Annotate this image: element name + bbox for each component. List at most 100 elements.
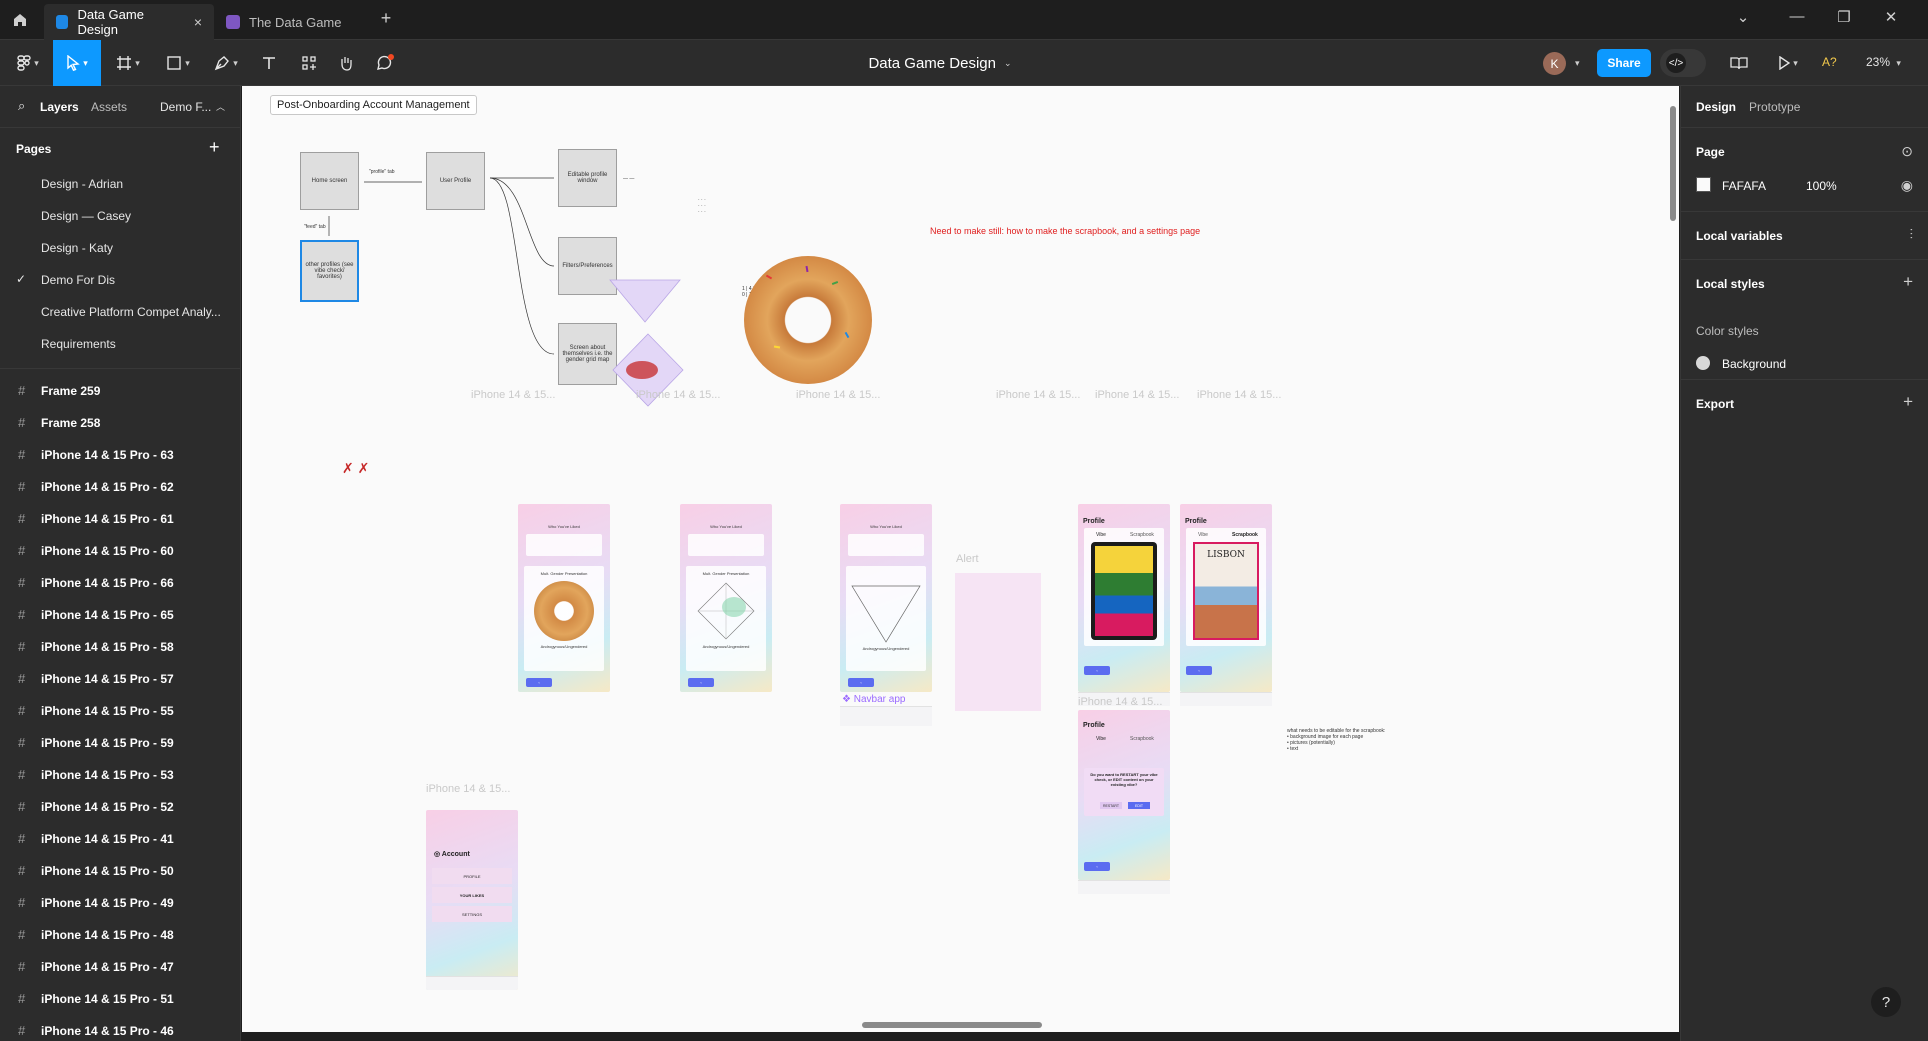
resources-tool-button[interactable] [292, 40, 326, 86]
donut-image[interactable] [744, 256, 872, 384]
local-variables-icon[interactable]: ⊙ [1901, 143, 1913, 160]
search-icon[interactable]: ⌕ [18, 98, 25, 114]
layer-item[interactable]: # iPhone 14 & 15 Pro - 62 [0, 471, 240, 503]
layer-item[interactable]: # iPhone 14 & 15 Pro - 50 [0, 855, 240, 887]
layer-item[interactable]: # iPhone 14 & 15 Pro - 57 [0, 663, 240, 695]
page-item[interactable]: Design - Katy [0, 232, 240, 264]
local-variables-heading[interactable]: Local variables [1696, 229, 1783, 243]
chevron-down-icon[interactable]: ⌄ [1723, 8, 1763, 26]
chevron-up-icon[interactable]: ︿ [216, 100, 225, 113]
sliders-icon[interactable]: ⫶ [1910, 226, 1914, 243]
library-button[interactable] [1724, 40, 1754, 86]
account-settings-item[interactable]: SETTINGS [432, 906, 512, 922]
fill-swatch[interactable] [1696, 177, 1711, 192]
page-item[interactable]: Design - Adrian [0, 168, 240, 200]
vibe-tab[interactable]: Vibe [1096, 736, 1106, 742]
back-button[interactable]: ‹ [1084, 862, 1110, 871]
phone-mockup-liked-triangle[interactable]: Who You've Liked Androgynous/Ungendered … [840, 504, 932, 692]
window-close-icon[interactable]: ✕ [1871, 8, 1911, 26]
color-style-name[interactable]: Background [1722, 357, 1786, 371]
home-icon[interactable] [0, 0, 40, 40]
alert-frame-label[interactable]: Alert [956, 553, 979, 565]
chevron-down-icon[interactable]: ▾ [1575, 58, 1580, 69]
add-export-plus-icon[interactable]: + [1903, 392, 1913, 412]
pen-tool-button[interactable]: ▾ [206, 40, 246, 86]
vertical-scrollbar[interactable] [1670, 106, 1676, 221]
restart-button[interactable]: RESTART [1100, 802, 1122, 809]
phone-mockup-account[interactable]: ◎ Account PROFILE YOUR LIKES SETTINGS [426, 810, 518, 990]
alert-frame[interactable] [955, 573, 1041, 711]
present-button[interactable]: ▾ [1770, 40, 1806, 86]
phone-frame-label[interactable]: iPhone 14 & 15... [471, 389, 555, 401]
fill-opacity[interactable]: 100% [1806, 179, 1837, 193]
new-tab-plus-icon[interactable]: + [374, 8, 398, 29]
phone-mockup-profile-scrapbook[interactable]: Profile Vibe Scrapbook LISBON ‹ [1180, 504, 1272, 692]
layer-item[interactable]: # iPhone 14 & 15 Pro - 61 [0, 503, 240, 535]
canvas[interactable]: Post-Onboarding Account Management Home … [241, 86, 1680, 1041]
tab-assets[interactable]: Assets [91, 100, 127, 114]
move-tool-button[interactable]: ▾ [53, 40, 101, 86]
layer-item[interactable]: # iPhone 14 & 15 Pro - 60 [0, 535, 240, 567]
layer-item[interactable]: # iPhone 14 & 15 Pro - 51 [0, 983, 240, 1015]
page-item[interactable]: Requirements [0, 328, 240, 360]
hand-tool-button[interactable] [329, 40, 363, 86]
layer-item[interactable]: # iPhone 14 & 15 Pro - 65 [0, 599, 240, 631]
vibe-tab[interactable]: Vibe [1198, 532, 1208, 538]
scrapbook-navbar[interactable] [1180, 692, 1272, 706]
close-icon[interactable]: × [194, 14, 202, 30]
scrapbook-tab[interactable]: Scrapbook [1130, 532, 1154, 538]
phone-frame-label[interactable]: iPhone 14 & 15... [636, 389, 720, 401]
phone-frame-label[interactable]: iPhone 14 & 15... [1095, 389, 1179, 401]
page-item[interactable]: Design — Casey [0, 200, 240, 232]
phone-frame-label[interactable]: iPhone 14 & 15... [796, 389, 880, 401]
account-likes-item[interactable]: YOUR LIKES [432, 887, 512, 903]
restart-navbar[interactable] [1078, 880, 1170, 894]
account-navbar[interactable] [426, 976, 518, 990]
layer-item[interactable]: # iPhone 14 & 15 Pro - 59 [0, 727, 240, 759]
phone-frame-label[interactable]: iPhone 14 & 15... [1197, 389, 1281, 401]
layer-item[interactable]: # iPhone 14 & 15 Pro - 55 [0, 695, 240, 727]
navbar-component[interactable] [840, 706, 932, 726]
text-tool-button[interactable] [252, 40, 286, 86]
back-button[interactable]: ‹ [1186, 666, 1212, 675]
page-item[interactable]: ✓ Demo For Dis [0, 264, 240, 296]
minimize-icon[interactable]: — [1777, 8, 1817, 25]
layer-item[interactable]: # Frame 259 [0, 375, 240, 407]
layer-item[interactable]: # iPhone 14 & 15 Pro - 63 [0, 439, 240, 471]
comment-tool-button[interactable] [366, 40, 404, 86]
phone-frame-label[interactable]: iPhone 14 & 15... [996, 389, 1080, 401]
layer-item[interactable]: # iPhone 14 & 15 Pro - 46 [0, 1015, 240, 1041]
back-button[interactable]: ‹ [1084, 666, 1110, 675]
edit-button[interactable]: EDIT [1128, 802, 1150, 809]
eye-icon[interactable]: ◉ [1901, 177, 1913, 194]
phone-mockup-restart[interactable]: Profile Vibe Scrapbook Do you want to RE… [1078, 710, 1170, 880]
layer-item[interactable]: # iPhone 14 & 15 Pro - 41 [0, 823, 240, 855]
account-profile-item[interactable]: PROFILE [432, 868, 512, 884]
main-menu-button[interactable]: ▾ [8, 40, 48, 86]
layer-item[interactable]: # iPhone 14 & 15 Pro - 53 [0, 759, 240, 791]
layer-item[interactable]: # Frame 258 [0, 407, 240, 439]
layer-item[interactable]: # iPhone 14 & 15 Pro - 49 [0, 887, 240, 919]
horizontal-scrollbar[interactable] [862, 1022, 1042, 1028]
share-button[interactable]: Share [1597, 49, 1651, 77]
phone-frame-label[interactable]: iPhone 14 & 15... [426, 783, 510, 795]
page-item[interactable]: Creative Platform Compet Analy... [0, 296, 240, 328]
add-style-plus-icon[interactable]: + [1903, 272, 1913, 292]
navbar-component-label[interactable]: ❖ Navbar app [842, 694, 905, 705]
page-switcher[interactable]: Demo F... [160, 100, 211, 114]
todo-note[interactable]: Need to make still: how to make the scra… [930, 226, 1200, 236]
phone-mockup-liked-diamond[interactable]: Who You've Liked Mult. Gender Presentati… [680, 504, 772, 692]
scrapbook-tab[interactable]: Scrapbook [1232, 532, 1258, 538]
ai-badge[interactable]: A? [1822, 55, 1837, 69]
help-button[interactable]: ? [1871, 987, 1901, 1017]
fill-hex[interactable]: FAFAFA [1722, 179, 1766, 193]
user-avatar[interactable]: K [1543, 52, 1566, 75]
layer-item[interactable]: # iPhone 14 & 15 Pro - 47 [0, 951, 240, 983]
layer-item[interactable]: # iPhone 14 & 15 Pro - 48 [0, 919, 240, 951]
zoom-level[interactable]: 23% ▾ [1866, 55, 1901, 69]
layer-item[interactable]: # iPhone 14 & 15 Pro - 58 [0, 631, 240, 663]
frame-tool-button[interactable]: ▾ [108, 40, 148, 86]
tab-prototype[interactable]: Prototype [1749, 100, 1800, 114]
shape-tool-button[interactable]: ▾ [158, 40, 198, 86]
add-page-plus-icon[interactable]: + [209, 137, 220, 158]
